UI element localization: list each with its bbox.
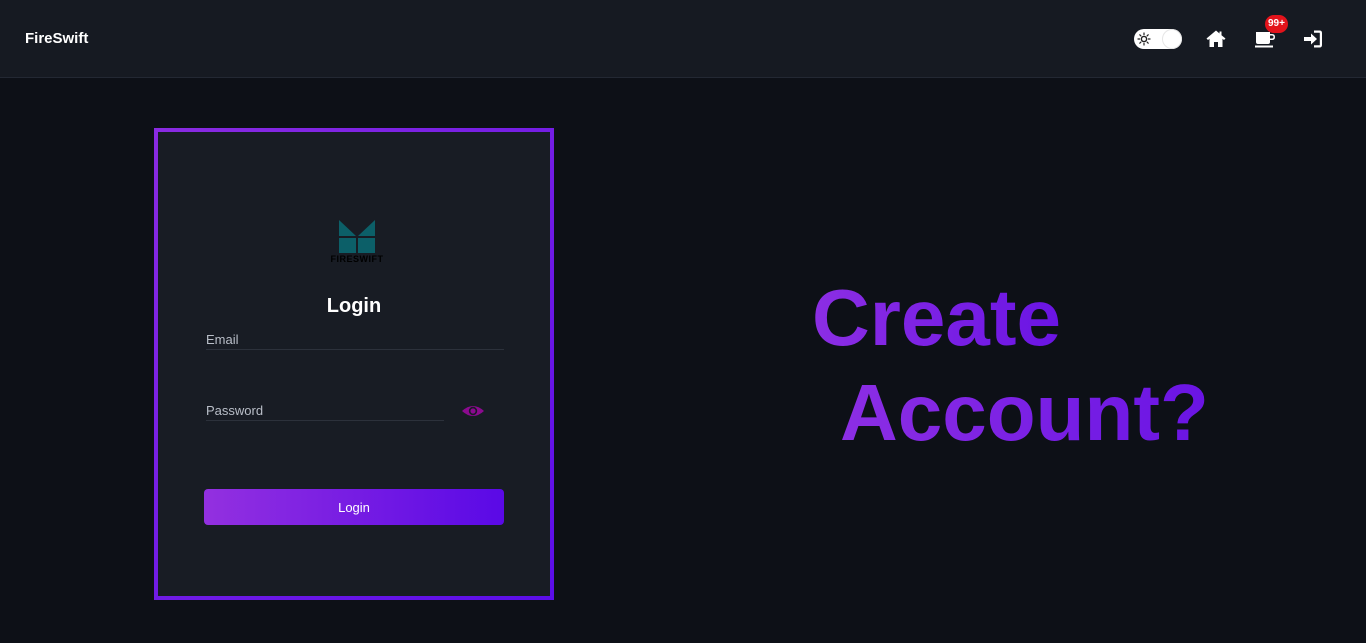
toggle-knob	[1163, 30, 1181, 48]
fireswift-logo: FIRESWIFT	[324, 216, 390, 266]
home-button[interactable]	[1205, 28, 1227, 50]
theme-toggle[interactable]	[1134, 29, 1182, 49]
login-card-body: FIRESWIFT Login Login	[158, 132, 550, 596]
sign-in-button[interactable]	[1302, 28, 1324, 50]
home-icon	[1206, 30, 1226, 47]
create-account-line1: Create	[812, 273, 1062, 362]
sun-icon	[1137, 32, 1151, 46]
sign-in-icon	[1304, 30, 1322, 48]
login-card: FIRESWIFT Login Login	[154, 128, 554, 600]
email-field[interactable]	[206, 332, 504, 350]
login-button[interactable]: Login	[204, 489, 504, 525]
show-password-eye-icon[interactable]	[461, 402, 485, 420]
orders-count-badge: 99+	[1265, 15, 1288, 33]
password-field[interactable]	[206, 403, 444, 421]
top-navbar: FireSwift 99+	[0, 0, 1366, 78]
create-account-line2: Account?	[840, 368, 1209, 457]
login-title: Login	[326, 295, 382, 317]
logo-mark-icon	[339, 220, 375, 253]
create-account-link[interactable]: Create Account?	[812, 272, 1232, 462]
logo-wordmark: FIRESWIFT	[330, 254, 384, 264]
brand-name[interactable]: FireSwift	[25, 30, 88, 48]
